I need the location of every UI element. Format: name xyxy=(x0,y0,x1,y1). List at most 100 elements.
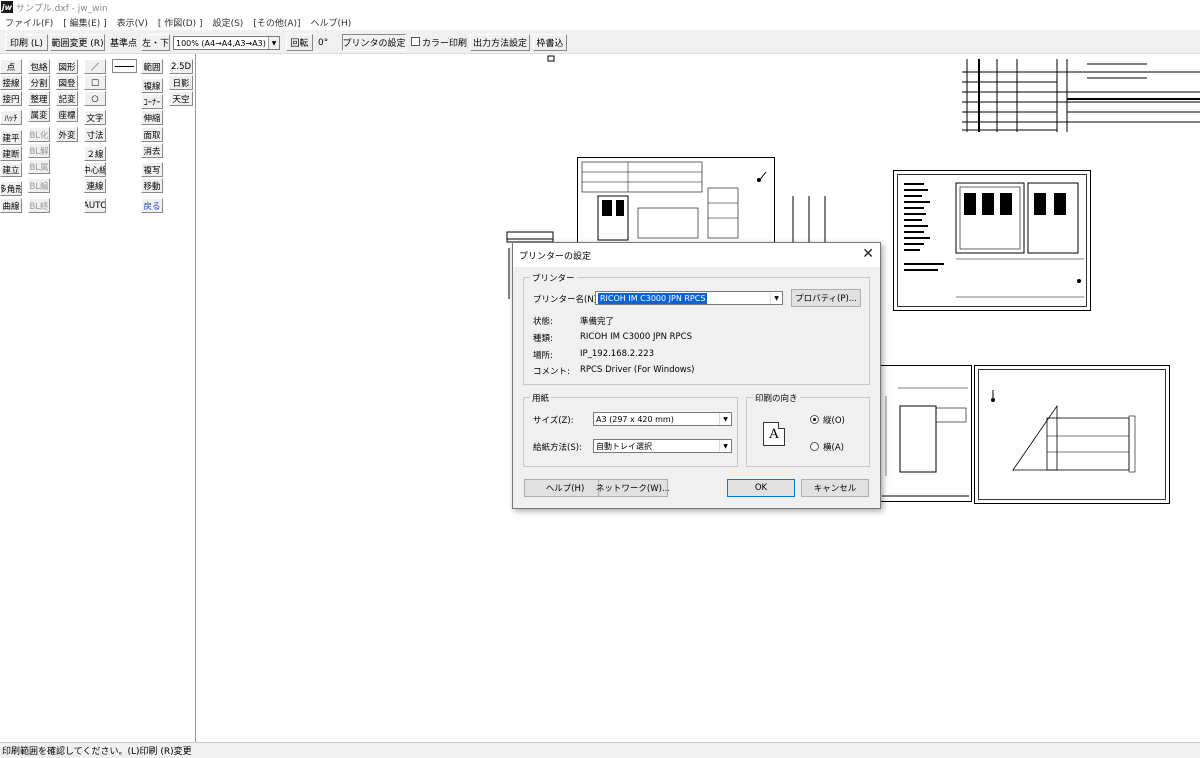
tool-figure-register[interactable]: 図登 xyxy=(56,75,78,90)
frame-write-button[interactable]: 枠書込 xyxy=(533,34,567,51)
tool-figure[interactable]: 図形 xyxy=(56,59,78,74)
tool-block-attr[interactable]: BL属 xyxy=(28,159,50,174)
tool-2-5d[interactable]: 2.5D xyxy=(169,59,193,74)
tool-polygon[interactable]: 多角形 xyxy=(0,181,22,196)
paper-size-value: A3 (297 x 420 mm) xyxy=(596,414,674,424)
paper-size-label: サイズ(Z): xyxy=(533,416,574,426)
landscape-label[interactable]: 横(A) xyxy=(823,441,844,453)
chevron-down-icon[interactable]: ▼ xyxy=(268,37,279,49)
tool-envelope[interactable]: 包絡 xyxy=(28,59,50,74)
tool-curve[interactable]: 曲線 xyxy=(0,198,22,213)
network-button[interactable]: ネットワーク(W)... xyxy=(596,479,670,497)
drawing-sheet xyxy=(893,170,1091,311)
tool-text[interactable]: 文字 xyxy=(84,110,106,125)
tool-block-edit[interactable]: BL編 xyxy=(28,178,50,193)
color-print-checkbox[interactable] xyxy=(411,37,420,46)
tool-chamfer[interactable]: 面取 xyxy=(141,127,163,142)
printer-name-value: RICOH IM C3000 JPN RPCS xyxy=(598,292,708,304)
tool-tangent-line[interactable]: 接線 xyxy=(0,75,22,90)
paper-source-label: 給紙方法(S): xyxy=(533,443,582,453)
tool-divide[interactable]: 分割 xyxy=(28,75,50,90)
tool-arch-elevation[interactable]: 建立 xyxy=(0,162,22,177)
title-bar: jw サンプル.dxf - jw_win xyxy=(0,0,1200,14)
status-bar: 印刷範囲を確認してください。(L)印刷 (R)変更 xyxy=(0,742,1200,758)
print-toolbar: 印刷 (L) 範囲変更 (R) 基準点 左・下 100% (A4→A4,A3→A… xyxy=(0,30,1200,54)
tool-hatch[interactable]: ﾊｯﾁ xyxy=(0,110,22,125)
help-button[interactable]: ヘルプ(H) xyxy=(524,479,606,497)
tool-arrange[interactable]: 整理 xyxy=(28,91,50,106)
type-value: RICOH IM C3000 JPN RPCS xyxy=(580,332,692,342)
tool-double-line[interactable]: ２線 xyxy=(84,146,106,161)
tool-corner[interactable]: ｺｰﾅｰ xyxy=(141,94,163,109)
paper-size-select[interactable]: A3 (297 x 420 mm) ▼ xyxy=(593,412,732,426)
ok-button[interactable]: OK xyxy=(727,479,795,497)
tool-external-change[interactable]: 外変 xyxy=(56,127,78,142)
rotate-button[interactable]: 回転 xyxy=(286,34,313,51)
tool-point[interactable]: 点 xyxy=(0,59,22,74)
status-value: 準備完了 xyxy=(580,317,615,327)
properties-button[interactable]: プロパティ(P)... xyxy=(791,289,861,307)
tool-coordinates[interactable]: 座標 xyxy=(56,107,78,122)
scale-value: 100% (A4→A4,A3→A3) xyxy=(176,38,266,48)
chevron-down-icon[interactable]: ▼ xyxy=(719,440,731,452)
tool-copy-line[interactable]: 複線 xyxy=(141,78,163,93)
location-value: IP_192.168.2.223 xyxy=(580,349,655,359)
printer-name-select[interactable]: RICOH IM C3000 JPN RPCS ▼ xyxy=(595,291,783,305)
output-method-button[interactable]: 出力方法設定 xyxy=(470,34,530,51)
tool-block-end[interactable]: BL終 xyxy=(28,198,50,213)
tool-center-line[interactable]: 中心線 xyxy=(84,162,106,177)
menu-help[interactable]: ヘルプ(H) xyxy=(306,16,357,29)
cancel-button[interactable]: キャンセル xyxy=(801,479,869,497)
tool-undo[interactable]: 戻る xyxy=(141,198,163,213)
menu-settings[interactable]: 設定(S) xyxy=(208,16,249,29)
tool-circle[interactable]: ○ xyxy=(84,91,106,106)
tool-range[interactable]: 範囲 xyxy=(141,59,163,74)
tool-attr-change[interactable]: 属変 xyxy=(28,107,50,122)
portrait-label[interactable]: 縦(O) xyxy=(823,414,845,426)
tool-rectangle[interactable]: □ xyxy=(84,75,106,90)
tool-symbol-change[interactable]: 記変 xyxy=(56,91,78,106)
tool-move[interactable]: 移動 xyxy=(141,178,163,193)
tool-arch-plan[interactable]: 建平 xyxy=(0,130,22,145)
landscape-radio[interactable] xyxy=(810,442,819,451)
tool-sun-shadow[interactable]: 日影 xyxy=(169,75,193,90)
tool-sky[interactable]: 天空 xyxy=(169,91,193,106)
chevron-down-icon[interactable]: ▼ xyxy=(719,413,731,425)
base-point-button[interactable]: 左・下 xyxy=(141,34,170,51)
tool-copy[interactable]: 複写 xyxy=(141,162,163,177)
print-button[interactable]: 印刷 (L) xyxy=(5,34,48,51)
menu-view[interactable]: 表示(V) xyxy=(112,16,153,29)
close-icon[interactable]: ✕ xyxy=(862,247,874,261)
menu-draw[interactable]: [ 作図(D) ] xyxy=(153,16,208,29)
chevron-down-icon[interactable]: ▼ xyxy=(770,292,782,304)
menu-file[interactable]: ファイル(F) xyxy=(0,16,58,29)
tool-arch-section[interactable]: 建断 xyxy=(0,146,22,161)
location-label: 場所: xyxy=(533,351,553,361)
tool-dimension[interactable]: 寸法 xyxy=(84,127,106,142)
tool-stretch[interactable]: 伸縮 xyxy=(141,110,163,125)
color-print-label: カラー印刷 xyxy=(422,39,468,49)
dialog-title-bar: プリンターの設定 ✕ xyxy=(513,243,880,267)
tool-erase[interactable]: 消去 xyxy=(141,143,163,158)
tool-tangent-circle[interactable]: 接円 xyxy=(0,91,22,106)
portrait-radio[interactable] xyxy=(810,415,819,424)
linetype-indicator[interactable] xyxy=(112,59,137,73)
tool-block-create[interactable]: BL化 xyxy=(28,127,50,142)
tool-line[interactable]: ／ xyxy=(84,59,106,74)
menu-other[interactable]: [その他(A)] xyxy=(248,16,305,29)
menu-bar: ファイル(F) [ 編集(E) ] 表示(V) [ 作図(D) ] 設定(S) … xyxy=(0,14,1200,30)
paper-source-select[interactable]: 自動トレイ選択 ▼ xyxy=(593,439,732,453)
type-label: 種類: xyxy=(533,334,553,344)
range-change-button[interactable]: 範囲変更 (R) xyxy=(50,34,105,51)
menu-edit[interactable]: [ 編集(E) ] xyxy=(58,16,111,29)
paper-group: 用紙 xyxy=(523,392,738,467)
tool-auto[interactable]: AUTO xyxy=(84,198,106,213)
printer-settings-button[interactable]: プリンタの設定 xyxy=(342,34,406,51)
scale-select[interactable]: 100% (A4→A4,A3→A3) ▼ xyxy=(173,36,280,50)
drawing-sheet xyxy=(577,157,775,243)
printer-settings-dialog: プリンターの設定 ✕ プリンター プリンター名(N): RICOH IM C30… xyxy=(512,242,881,509)
base-point-label: 基準点 xyxy=(110,39,138,49)
tool-block-release[interactable]: BL解 xyxy=(28,143,50,158)
tool-continuous-line[interactable]: 連線 xyxy=(84,178,106,193)
comment-label: コメント: xyxy=(533,367,570,377)
